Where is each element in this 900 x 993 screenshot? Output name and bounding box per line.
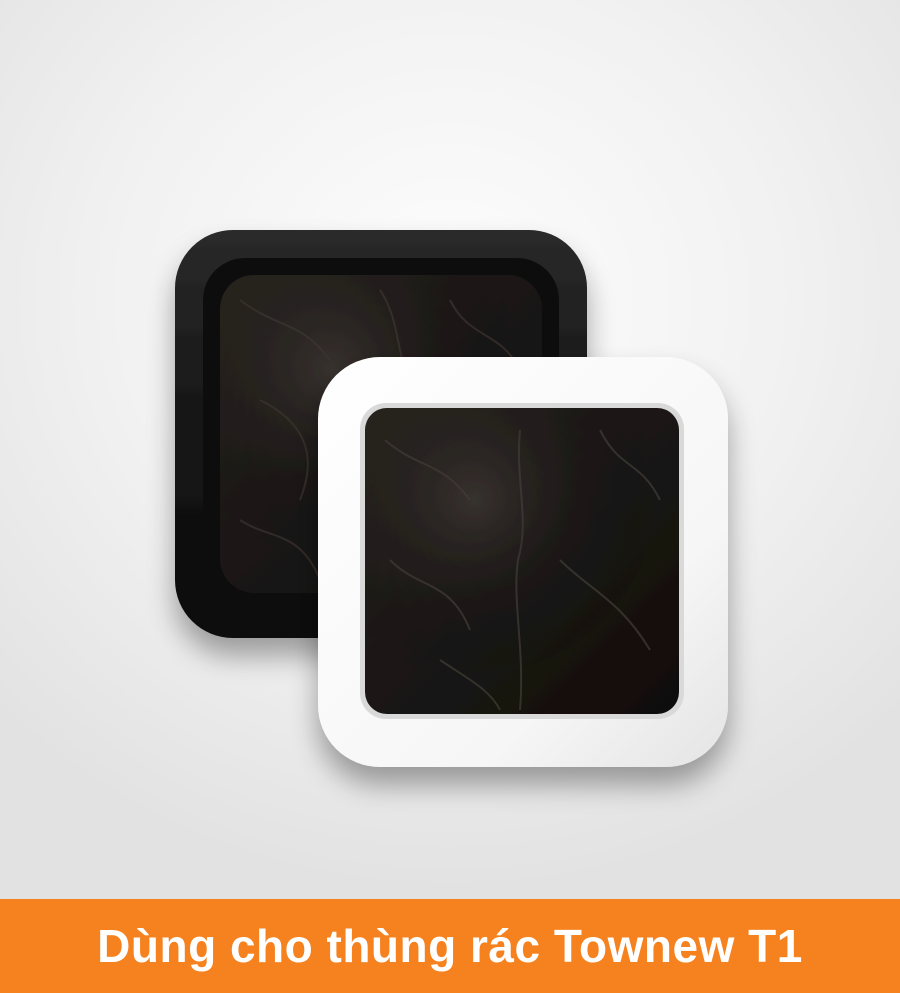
banner-text: Dùng cho thùng rác Townew T1 xyxy=(97,920,803,972)
product-photo xyxy=(0,0,900,900)
caption-banner: Dùng cho thùng rác Townew T1 xyxy=(0,899,900,993)
white-refill-cartridge xyxy=(318,357,728,767)
